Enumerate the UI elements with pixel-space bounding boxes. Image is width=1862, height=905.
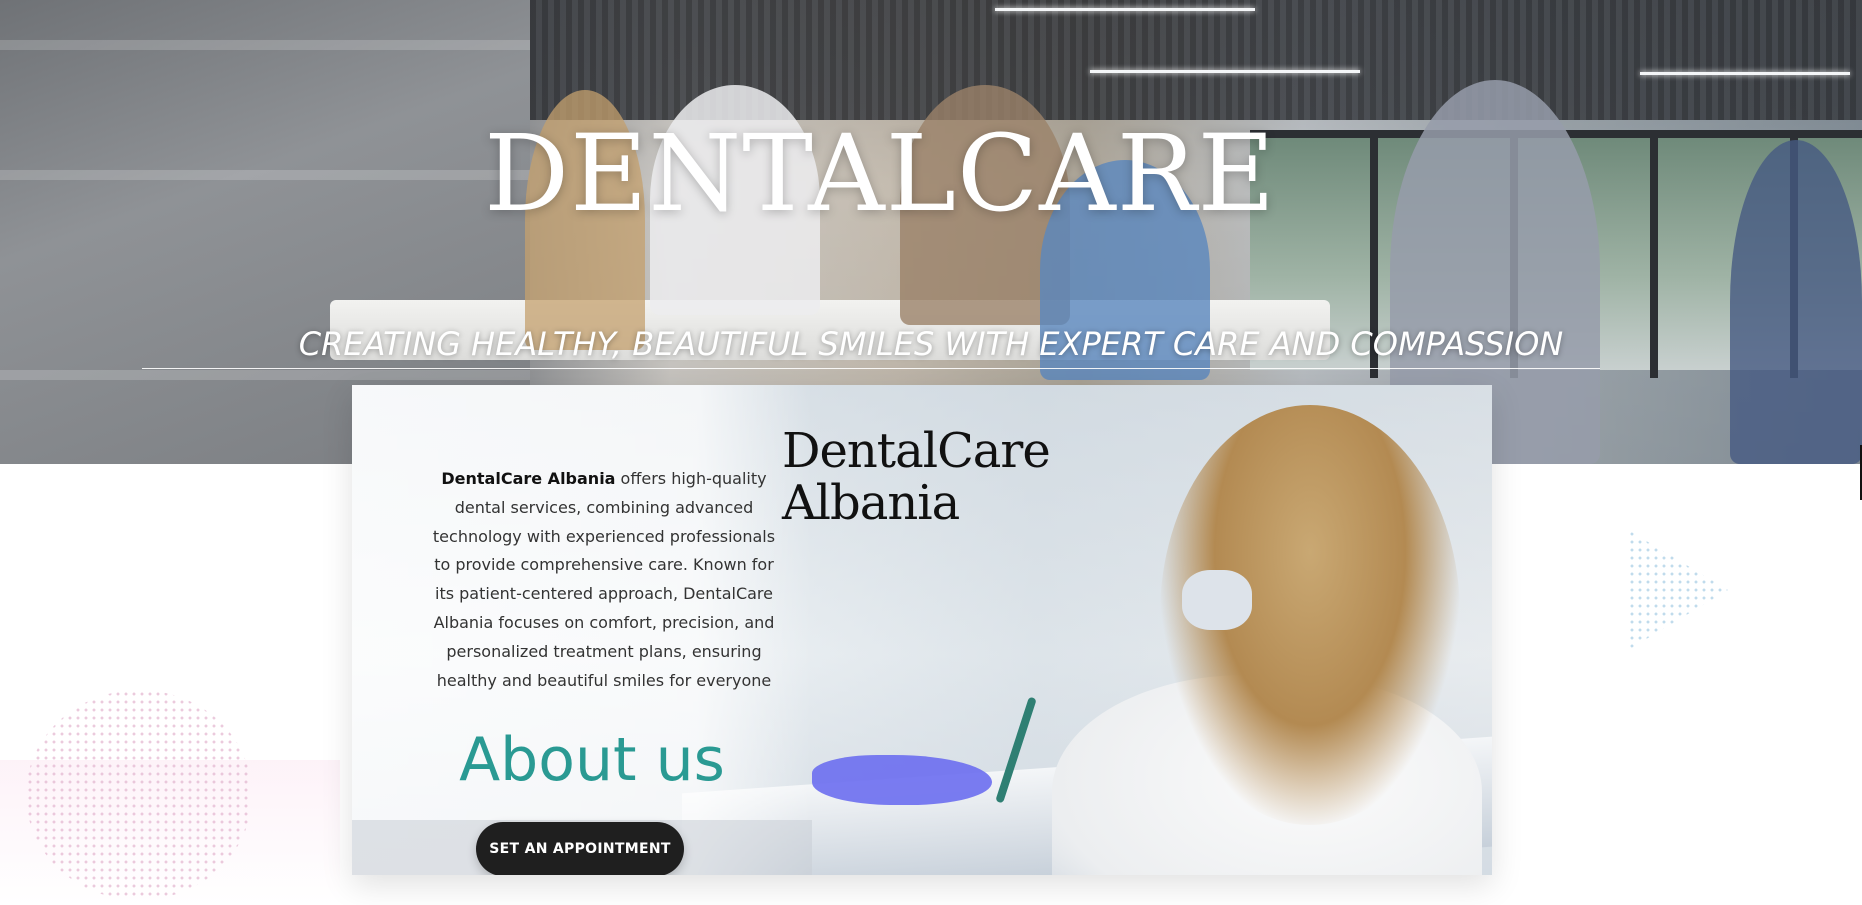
wall-stripe [0,40,530,50]
about-photo-glove [812,755,992,805]
hero-tagline: CREATING HEALTHY, BEAUTIFUL SMILES WITH … [298,325,1564,363]
ceiling-light [1640,72,1850,75]
about-description-body: offers high-quality dental services, com… [432,469,776,690]
ceiling-light [1090,70,1360,73]
brand-line-1: DentalCare [782,423,1051,479]
about-photo-mask [1182,570,1252,630]
about-heading: About us [459,725,725,795]
about-description: DentalCare Albania offers high-quality d… [430,465,778,695]
about-section: DentalCare Albania offers high-quality d… [352,385,1492,875]
hero-title: DENTALCARE [484,112,1276,235]
about-brand-bold: DentalCare Albania [441,469,616,488]
brand-logo-text: DentalCare Albania [782,425,1082,529]
decorative-dot-triangle [1628,530,1728,650]
brand-line-2: Albania [782,475,960,531]
set-appointment-button[interactable]: SET AN APPOINTMENT [476,822,684,875]
wall-stripe [0,370,530,380]
ceiling-light [995,8,1255,11]
decorative-dot-pattern [26,690,252,900]
hero-divider [142,368,1600,369]
